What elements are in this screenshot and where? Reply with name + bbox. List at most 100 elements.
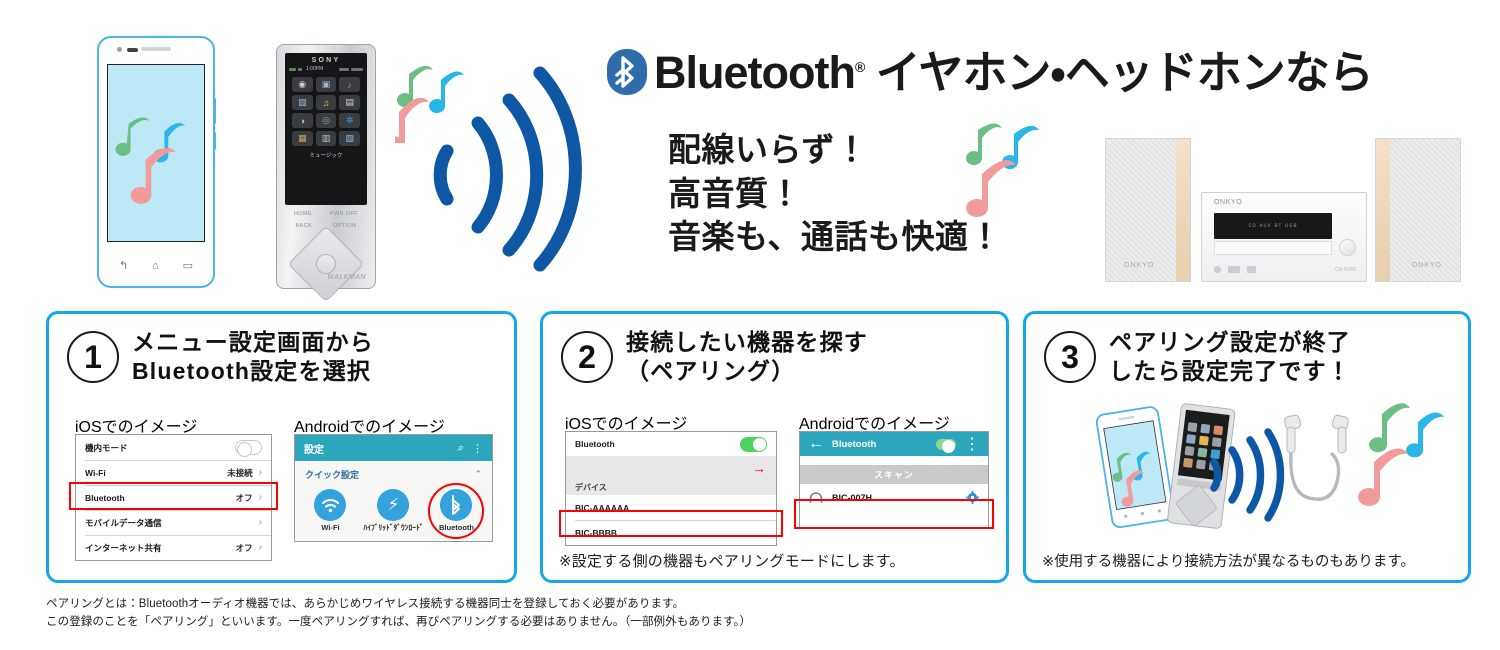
ios-device-row[interactable]: BIC-BBBB xyxy=(566,520,776,545)
ios-row-airplane[interactable]: 機内モード xyxy=(76,435,271,460)
walkman-option-key: OPTION xyxy=(333,223,357,229)
android-list-blank xyxy=(800,511,988,528)
chevron-right-icon: › xyxy=(258,542,262,553)
bluetooth-toggle[interactable] xyxy=(936,438,956,453)
receiver-brand-logo: ONKYO xyxy=(1214,199,1243,206)
illustration-wireless-earbuds xyxy=(1284,414,1349,501)
gear-icon[interactable] xyxy=(966,491,979,504)
speaker-grille xyxy=(1390,139,1460,281)
step-3-illustration xyxy=(1095,403,1444,529)
phone-screen xyxy=(107,64,205,242)
step-panel-3: 3 ペアリング設定が終了 したら設定完了です！ ※使用する機器により接続方法が異… xyxy=(1023,311,1471,583)
phone-side-button xyxy=(213,98,216,124)
phone-navbar: ↰ ⌂ ▭ xyxy=(107,256,205,276)
step-panel-2: 2 接続したい機器を探す （ペアリング） iOSでのイメージ Bluetooth… xyxy=(540,311,1009,583)
android-bluetooth-appbar: ← Bluetooth ⋮ xyxy=(800,432,988,456)
step-3-title-line1: ペアリング設定が終了 xyxy=(1109,329,1351,355)
ios-devices-header: デバイス xyxy=(566,478,776,495)
android-spacer xyxy=(800,456,988,465)
tile-caption: Wi-Fi xyxy=(321,523,340,532)
quick-settings-section: クイック設定 ⌃ xyxy=(295,461,492,483)
android-device-row[interactable]: BIC-007H xyxy=(800,484,988,511)
phone-sensor-icon xyxy=(127,48,138,52)
speaker-wood-panel xyxy=(1176,139,1190,281)
quick-settings-label: クイック設定 xyxy=(305,470,360,480)
ios-row-bluetooth[interactable]: Bluetooth オフ › xyxy=(76,485,271,510)
wifi-icon xyxy=(314,489,347,521)
footer-line-2: この登録のことを「ペアリング」といいます。一度ペアリングすれば、再びペアリングす… xyxy=(46,615,752,628)
headphone-icon xyxy=(809,491,823,503)
speaker-brand-logo: ONKYO xyxy=(1411,262,1442,269)
step-1-header: 1 メニュー設定画面から Bluetooth設定を選択 xyxy=(49,314,514,386)
hero-title-suffix: イヤホン・ヘッドホンなら xyxy=(864,46,1374,98)
walkman-brand: SONY xyxy=(311,57,341,64)
hero-benefit-3: 音楽も、通話も快適！ xyxy=(668,218,1003,256)
ios-bluetooth-mock: Bluetooth → デバイス BIC-AAAAAA BIC-BBBB xyxy=(565,431,777,546)
tile-wifi[interactable]: Wi-Fi xyxy=(299,489,361,533)
airplane-mode-toggle[interactable] xyxy=(235,440,262,457)
step-1-title-line2: Bluetooth設定を選択 xyxy=(132,358,372,385)
bluetooth-tile-highlight xyxy=(428,483,485,539)
volume-knob xyxy=(1339,239,1356,256)
step-1-number: 1 xyxy=(67,331,119,384)
ios-row-mobile-data[interactable]: モバイルデータ通信 › xyxy=(76,510,271,535)
overflow-menu-icon[interactable]: ⋮ xyxy=(964,434,980,454)
bluetooth-toggle[interactable] xyxy=(740,436,767,452)
receiver-display: ᴄᴅ ᴀᴜx ʙᴛ ᴜꜱʙ xyxy=(1214,213,1332,239)
ios-row-value: オフ xyxy=(235,492,253,503)
chevron-right-icon: › xyxy=(258,467,262,478)
walkman-dpad xyxy=(287,225,365,303)
ios-row-value: オフ xyxy=(235,542,253,553)
phone-recent-icon: ▭ xyxy=(182,259,194,272)
walkman-power-key: PWR OFF xyxy=(329,211,359,217)
back-arrow-icon[interactable]: ← xyxy=(808,435,824,453)
walkman-icon-grid: ◉ ▣ ♪ ▨ ♫ ▤ ◑ ◎ ✲ ▦ ▥ ▧ xyxy=(285,72,367,146)
chevron-right-icon: › xyxy=(258,517,262,528)
scan-button[interactable]: スキャン xyxy=(800,465,988,484)
phone-back-icon: ↰ xyxy=(118,259,129,272)
android-device-name: BIC-007H xyxy=(832,492,873,503)
hero-headline: Bluetooth® イヤホン・ヘッドホンなら xyxy=(606,46,1374,98)
hero-title: Bluetooth® イヤホン・ヘッドホンなら xyxy=(654,46,1374,98)
hero-music-notes-left xyxy=(395,65,464,143)
cd-receiver-unit: ONKYO ᴄᴅ ᴀᴜx ʙᴛ ᴜꜱʙ CR-N765 xyxy=(1201,192,1367,282)
ios-scan-area: → xyxy=(566,456,776,478)
hero-stereo-system: ONKYO ONKYO ONKYO ᴄᴅ ᴀᴜx ʙᴛ ᴜꜱʙ CR-N765 xyxy=(1105,130,1461,290)
chevron-up-icon[interactable]: ⌃ xyxy=(474,469,482,480)
quick-settings-tiles: Wi-Fi ⚡ ﾊｲﾌﾞﾘｯﾄﾞﾀﾞｳﾝﾛｰﾄﾞ Bluetooth xyxy=(295,483,492,541)
bluetooth-logo-icon xyxy=(607,49,647,95)
step-panel-1: 1 メニュー設定画面から Bluetooth設定を選択 iOSでのイメージ 機内… xyxy=(46,311,517,583)
ios-row-label: インターネット共有 xyxy=(85,542,162,553)
walkman-screen: SONY 1:00PM ◉ ▣ ♪ ▨ ♫ ▤ ◑ ◎ ✲ ▦ ▥ ▧ ミュージ… xyxy=(285,53,367,205)
walkman-back-key: BACK xyxy=(295,223,313,229)
ios-device-row[interactable]: BIC-AAAAAA xyxy=(566,495,776,520)
receiver-ports xyxy=(1214,266,1256,273)
android-appbar: 設定 ⌕ ⋮ xyxy=(295,435,492,461)
step-3-title-line2: したら設定完了です！ xyxy=(1109,358,1351,385)
ios-row-wifi[interactable]: Wi-Fi 未接続 › xyxy=(76,460,271,485)
hero-smartphone: ↰ ⌂ ▭ xyxy=(97,36,216,288)
search-icon[interactable]: ⌕ xyxy=(457,442,463,455)
usb-port-icon xyxy=(1228,266,1240,273)
headphone-jack-icon xyxy=(1214,266,1221,273)
ios-device-name: BIC-AAAAAA xyxy=(575,502,630,513)
speaker-left: ONKYO xyxy=(1105,138,1191,282)
ios-bluetooth-row[interactable]: Bluetooth xyxy=(566,432,776,456)
speaker-wood-panel xyxy=(1376,139,1390,281)
footer-explanation: ペアリングとは：Bluetoothオーディオ機器では、あらかじめワイヤレス接続す… xyxy=(46,596,1246,632)
walkman-wordmark: WALKMAN xyxy=(327,274,366,281)
hero-benefit-list: 配線いらず！ 高音質！ 音楽も、通話も快適！ xyxy=(668,128,1002,259)
overflow-menu-icon[interactable]: ⋮ xyxy=(472,442,483,455)
ios-row-hotspot[interactable]: インターネット共有 オフ › xyxy=(76,535,271,560)
hero-benefit-2: 高音質！ xyxy=(668,174,802,212)
step-1-title-line1: メニュー設定画面から xyxy=(132,329,374,355)
aux-port-icon xyxy=(1247,266,1256,273)
ios-row-label: Wi-Fi xyxy=(85,467,106,478)
step-3-title: ペアリング設定が終了 したら設定完了です！ xyxy=(1109,328,1351,386)
hybrid-download-icon: ⚡ xyxy=(377,489,410,521)
phone-music-notes xyxy=(115,117,186,204)
tile-bluetooth[interactable]: Bluetooth xyxy=(425,483,487,539)
tile-hybrid-download[interactable]: ⚡ ﾊｲﾌﾞﾘｯﾄﾞﾀﾞｳﾝﾛｰﾄﾞ xyxy=(362,489,424,533)
step-2-note: ※設定する側の機器もペアリングモードにします。 xyxy=(559,553,905,570)
ios-settings-mock: 機内モード Wi-Fi 未接続 › Bluetooth オフ › モバイルデータ通信… xyxy=(75,434,272,561)
